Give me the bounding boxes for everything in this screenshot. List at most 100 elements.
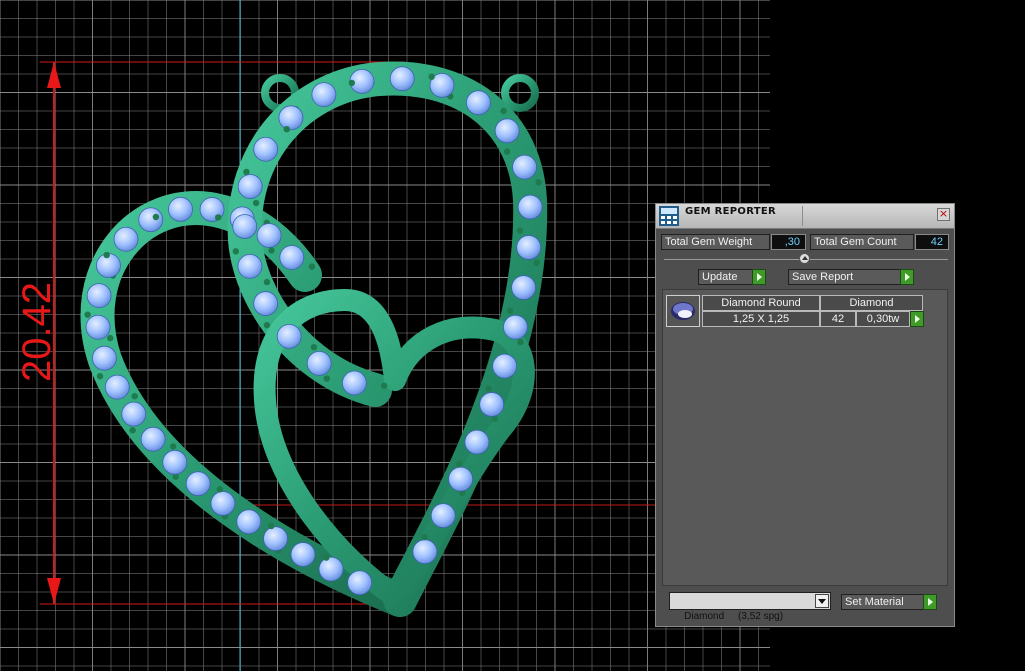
gem-weight: 0,30tw bbox=[856, 311, 910, 327]
prong bbox=[107, 334, 114, 342]
diamond-stone bbox=[466, 90, 491, 116]
material-select[interactable]: Diamond (3,52 spg) bbox=[669, 592, 831, 622]
diamond-stone bbox=[306, 350, 332, 376]
diamond-stone bbox=[256, 223, 282, 248]
diamond-stone bbox=[516, 235, 542, 260]
prong bbox=[308, 263, 316, 270]
save-report-button-label: Save Report bbox=[792, 271, 854, 283]
prong bbox=[428, 73, 435, 80]
diamond-stone bbox=[430, 503, 456, 529]
update-button[interactable]: Update bbox=[698, 269, 766, 285]
play-arrow-icon bbox=[923, 594, 937, 610]
gem-reporter-titlebar[interactable]: GEM REPORTER × bbox=[656, 204, 954, 229]
diamond-stone bbox=[253, 291, 279, 316]
diamond-stone bbox=[464, 429, 490, 455]
diamond-stone bbox=[253, 136, 279, 162]
diamond-stone bbox=[113, 226, 139, 252]
prong bbox=[517, 338, 524, 346]
prong bbox=[421, 533, 428, 541]
prong bbox=[103, 251, 110, 259]
diamond-stone bbox=[492, 353, 518, 379]
diamond-stone bbox=[389, 66, 415, 92]
diamond-stone bbox=[448, 466, 474, 492]
diamond-stone bbox=[85, 314, 111, 340]
heart-pendant-model bbox=[80, 61, 548, 617]
diamond-stone bbox=[511, 275, 537, 300]
diamond-stone bbox=[232, 214, 258, 239]
diamond-stone bbox=[162, 449, 188, 475]
prong bbox=[310, 343, 318, 351]
diamond-stone bbox=[140, 426, 166, 452]
diamond-stone bbox=[276, 323, 302, 349]
diamond-stone bbox=[512, 154, 537, 180]
update-button-label: Update bbox=[702, 271, 738, 283]
prong bbox=[323, 375, 331, 382]
total-gem-weight-label: Total Gem Weight bbox=[661, 234, 770, 250]
total-gem-weight-value: ,30 bbox=[771, 234, 806, 250]
diamond-stone bbox=[342, 370, 367, 396]
prong bbox=[485, 385, 492, 392]
prong bbox=[380, 382, 388, 389]
diamond-stone bbox=[168, 196, 193, 222]
save-report-button[interactable]: Save Report bbox=[788, 269, 914, 285]
diamond-stone bbox=[121, 401, 147, 427]
gem-shape: Diamond Round bbox=[702, 295, 820, 311]
gem-list-item[interactable]: Diamond Round Diamond 1,25 X 1,25 42 0,3… bbox=[666, 295, 924, 327]
set-material-button[interactable]: Set Material bbox=[841, 594, 937, 610]
set-material-button-label: Set Material bbox=[845, 596, 904, 608]
prong bbox=[500, 107, 507, 115]
prong bbox=[535, 179, 542, 186]
prong bbox=[131, 393, 138, 400]
total-gem-count-label: Total Gem Count bbox=[810, 234, 914, 250]
diamond-stone bbox=[263, 526, 288, 552]
prong bbox=[348, 79, 356, 87]
prong bbox=[268, 247, 275, 254]
prong bbox=[516, 227, 524, 234]
material-select-value: Diamond (3,52 spg) bbox=[684, 611, 784, 622]
diamond-stone bbox=[104, 374, 130, 400]
gem-list[interactable]: Diamond Round Diamond 1,25 X 1,25 42 0,3… bbox=[662, 289, 948, 586]
gem-size: 1,25 X 1,25 bbox=[702, 311, 820, 327]
gem-reporter-icon bbox=[659, 206, 679, 226]
prong bbox=[216, 486, 223, 493]
chevron-down-icon[interactable] bbox=[815, 594, 829, 608]
prong bbox=[263, 321, 271, 329]
diamond-stone bbox=[311, 82, 337, 108]
diamond-stone bbox=[86, 283, 112, 309]
prong bbox=[252, 199, 260, 207]
diamond-stone bbox=[236, 509, 262, 535]
gem-material: Diamond bbox=[820, 295, 923, 311]
play-arrow-icon bbox=[752, 269, 766, 285]
prong bbox=[263, 278, 271, 286]
prong bbox=[152, 213, 160, 221]
diamond-stone bbox=[210, 491, 236, 516]
diamond-stone bbox=[278, 105, 304, 131]
dimension-label: 20.42 bbox=[15, 282, 59, 382]
diamond-stone bbox=[479, 392, 505, 417]
gem-reporter-panel: GEM REPORTER × Total Gem Weight ,30 Tota… bbox=[655, 203, 955, 627]
right-bail bbox=[501, 74, 539, 112]
round-gem-icon bbox=[666, 295, 700, 327]
collapse-handle-icon[interactable] bbox=[799, 253, 810, 264]
prong bbox=[506, 307, 514, 314]
prong bbox=[533, 259, 540, 267]
prong bbox=[169, 443, 177, 450]
diamond-stone bbox=[517, 194, 543, 220]
titlebar-divider bbox=[802, 206, 803, 226]
prong bbox=[129, 427, 136, 434]
prong bbox=[503, 148, 511, 155]
total-gem-count-value: 42 bbox=[915, 234, 949, 250]
prong bbox=[456, 460, 463, 468]
close-icon[interactable]: × bbox=[937, 208, 950, 221]
prong bbox=[96, 372, 104, 380]
diamond-stone bbox=[494, 118, 520, 144]
diamond-stone bbox=[290, 542, 316, 567]
diamond-stone bbox=[412, 539, 438, 565]
prong bbox=[84, 311, 91, 318]
diamond-stone bbox=[237, 254, 263, 279]
diamond-stone bbox=[92, 345, 117, 371]
select-gem-arrow-icon[interactable] bbox=[910, 311, 924, 327]
play-arrow-icon bbox=[900, 269, 914, 285]
prong bbox=[283, 125, 290, 133]
gem-reporter-title: GEM REPORTER bbox=[685, 206, 777, 217]
